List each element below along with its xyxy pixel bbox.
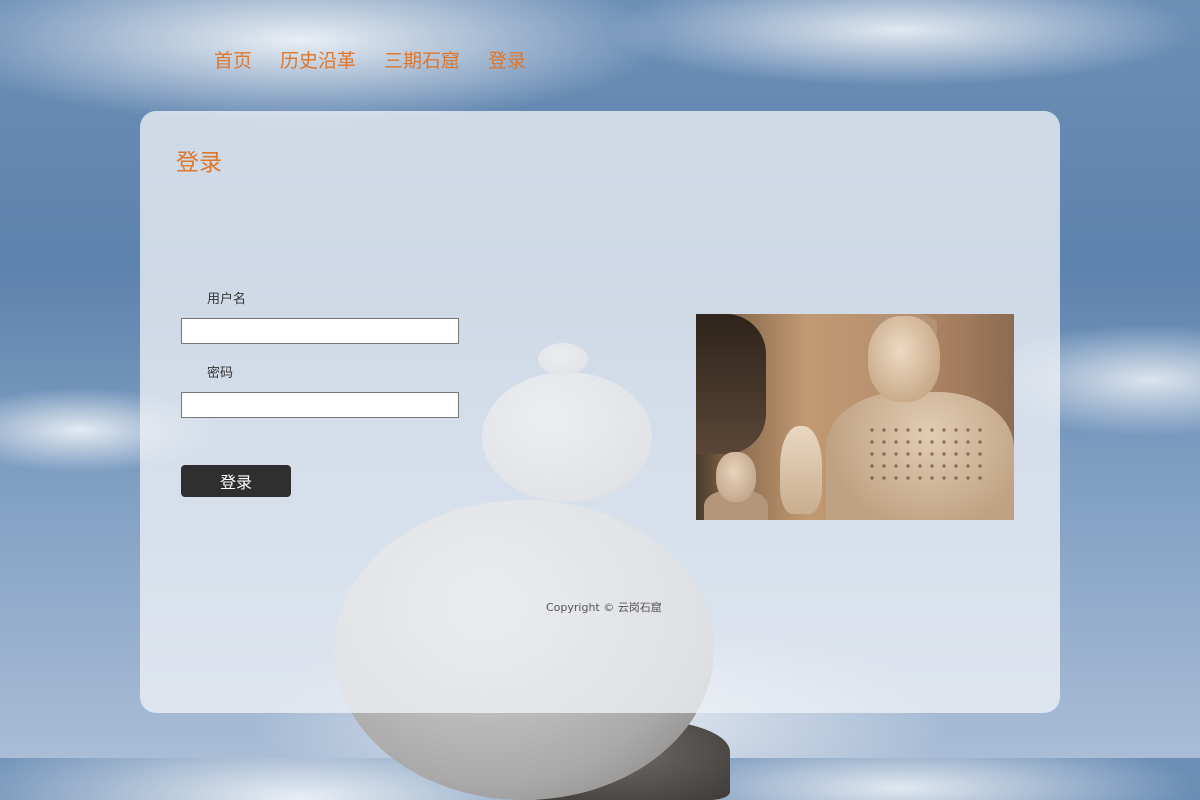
username-label: 用户名 — [207, 292, 247, 307]
login-button[interactable]: 登录 — [181, 465, 291, 497]
copyright-text: Copyright © 云岗石窟 — [546, 601, 662, 614]
nav-item-history[interactable]: 历史沿革 — [280, 46, 356, 73]
password-label: 密码 — [207, 366, 234, 381]
username-input[interactable] — [181, 318, 459, 344]
top-nav: 首页 历史沿革 三期石窟 登录 — [214, 46, 526, 73]
login-panel: 登录 用户名 密码 登录 Copyright © 云岗石窟 — [140, 111, 1060, 713]
buddha-statue-photo — [696, 314, 1014, 520]
nav-item-login[interactable]: 登录 — [488, 46, 526, 73]
nav-item-home[interactable]: 首页 — [214, 46, 252, 73]
page-title: 登录 — [176, 150, 222, 176]
password-input[interactable] — [181, 392, 459, 418]
nav-item-grottoes[interactable]: 三期石窟 — [384, 46, 460, 73]
